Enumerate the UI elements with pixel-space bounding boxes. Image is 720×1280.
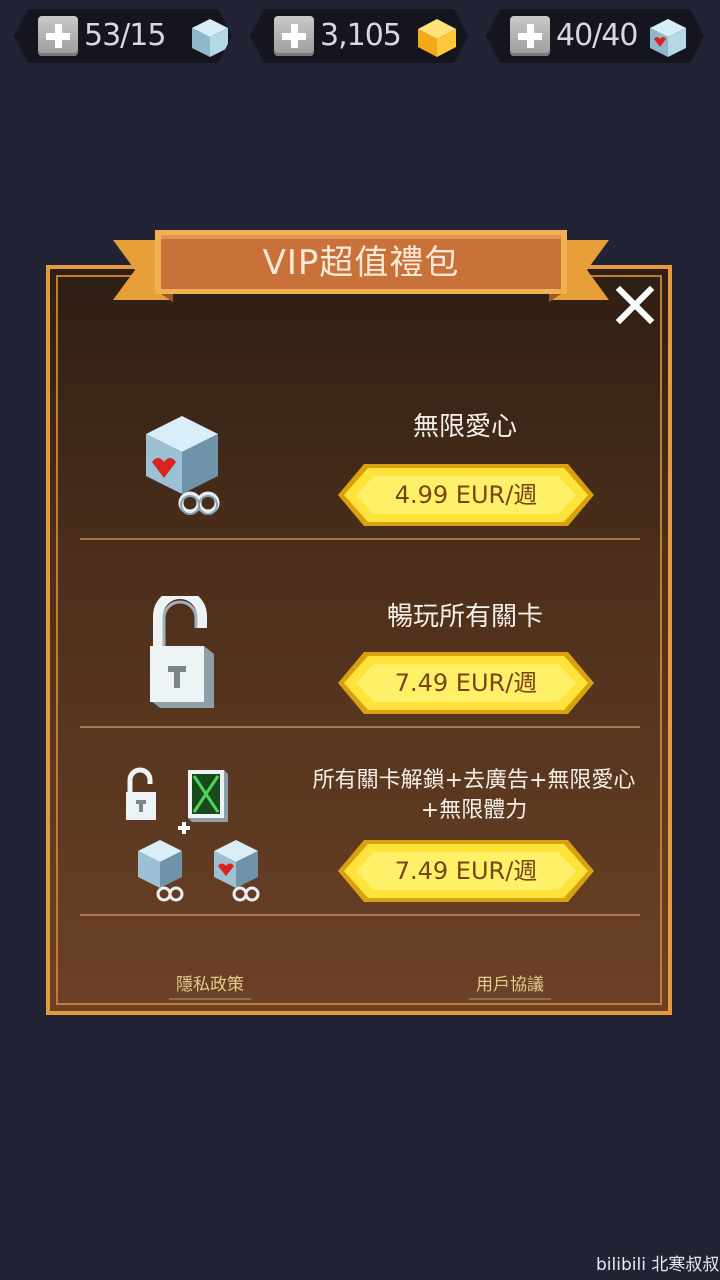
buy-all-levels-button[interactable]: 7.49 EUR/週 [338, 652, 594, 714]
resource-bar: 53/15 3,105 40/40 [0, 0, 720, 72]
unlocked-padlock-icon [150, 596, 214, 708]
price-label: 7.49 EUR/週 [394, 669, 538, 697]
lives-value: 53/15 [84, 18, 166, 53]
watermark: bilibili 北寒叔叔 [596, 1255, 720, 1275]
offer-title: 無限愛心 [412, 412, 517, 442]
heart-cube-icon [648, 17, 688, 59]
terms-underline [469, 998, 551, 1000]
add-lives-button[interactable] [38, 16, 78, 56]
price-label: 4.99 EUR/週 [394, 481, 538, 509]
offer-title: 暢玩所有關卡 [386, 602, 543, 632]
gold-cube-icon [416, 17, 458, 59]
privacy-policy-link[interactable]: 隱私政策 [170, 970, 250, 995]
privacy-policy-underline [169, 998, 251, 1000]
bundle-icon [126, 767, 260, 902]
coins-value: 3,105 [320, 18, 401, 53]
coins-counter[interactable]: 3,105 [250, 9, 468, 63]
energy-counter[interactable]: 40/40 [486, 9, 704, 63]
add-coins-button[interactable] [274, 16, 314, 56]
terms-link[interactable]: 用戶協議 [470, 970, 550, 995]
price-label: 7.49 EUR/週 [394, 857, 538, 885]
offer-bundle[interactable]: 所有關卡解鎖+去廣告+無限愛心 +無限體力 7.49 EUR/週 [80, 728, 640, 916]
dialog-title: VIP超值禮包 [262, 243, 460, 283]
offer-title: 所有關卡解鎖+去廣告+無限愛心 +無限體力 [292, 766, 656, 826]
energy-value: 40/40 [556, 18, 638, 53]
cube-icon [190, 17, 230, 59]
lives-counter[interactable]: 53/15 [14, 9, 232, 63]
offer-all-levels[interactable]: 暢玩所有關卡 7.49 EUR/週 [80, 540, 640, 728]
buy-infinite-hearts-button[interactable]: 4.99 EUR/週 [338, 464, 594, 526]
offer-title-line-1: 所有關卡解鎖+去廣告+無限愛心 [312, 768, 636, 793]
buy-bundle-button[interactable]: 7.49 EUR/週 [338, 840, 594, 902]
divider [80, 914, 640, 916]
close-icon[interactable] [612, 282, 658, 328]
offer-infinite-hearts[interactable]: 無限愛心 4.99 EUR/週 [80, 380, 640, 540]
infinite-heart-cube-icon [146, 416, 220, 515]
add-energy-button[interactable] [510, 16, 550, 56]
offer-title-line-2: +無限體力 [420, 798, 528, 823]
